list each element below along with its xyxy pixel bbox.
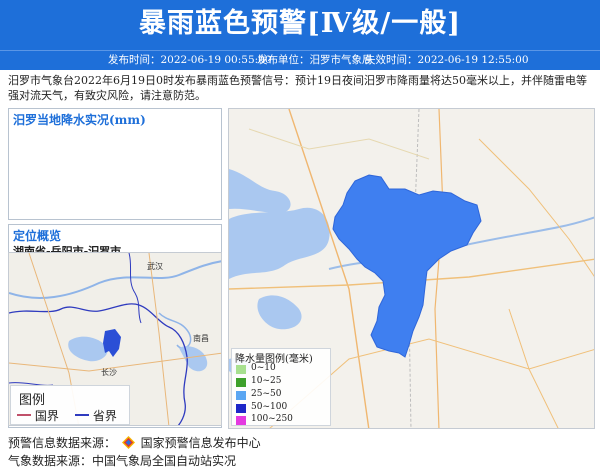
city-wuhan: 武汉 bbox=[147, 261, 163, 271]
warning-description: 汨罗市气象台2022年6月19日0时发布暴雨蓝色预警信号：预计19日夜间汨罗市降… bbox=[8, 74, 587, 102]
provincial-border-line-icon bbox=[75, 414, 89, 416]
publish-time: 发布时间：2022-06-19 00:55:00 bbox=[108, 54, 272, 66]
legend-provincial-border: 省界 bbox=[75, 407, 117, 424]
warning-title: 暴雨蓝色预警[Ⅳ级/一般] bbox=[138, 8, 462, 39]
meta-bar: 发布时间：2022-06-19 00:55:00 发布单位：汨罗市气象局 失效时… bbox=[0, 50, 600, 70]
rain-panel-title: 汨罗当地降水实况(mm) bbox=[13, 113, 146, 127]
location-legend-title: 图例 bbox=[19, 393, 46, 408]
warning-center-logo-icon bbox=[121, 436, 135, 449]
warning-source: 预警信息数据来源： 国家预警信息发布中心 bbox=[8, 436, 261, 450]
warning-source-name: 国家预警信息发布中心 bbox=[140, 436, 261, 450]
city-changsha: 长沙 bbox=[101, 367, 117, 377]
rain-panel: 汨罗当地降水实况(mm) bbox=[8, 108, 222, 220]
swatch-0-10 bbox=[236, 365, 246, 374]
publisher: 发布单位：汨罗市气象局 bbox=[257, 54, 373, 66]
legend-national-border: 国界 bbox=[17, 407, 59, 424]
location-panel-title: 定位概览 bbox=[13, 229, 62, 243]
city-nanchang: 南昌 bbox=[193, 333, 209, 343]
weather-source: 气象数据来源：中国气象局全国自动站实况 bbox=[8, 454, 237, 468]
swatch-10-25 bbox=[236, 378, 246, 387]
national-border-line-icon bbox=[17, 414, 31, 416]
swatch-50-100 bbox=[236, 404, 246, 413]
swatch-100-250 bbox=[236, 416, 246, 425]
expire-time: 失效时间：2022-06-19 12:55:00 bbox=[365, 54, 529, 66]
swatch-25-50 bbox=[236, 391, 246, 400]
rain-legend: 降水量图例(毫米) 0~10 10~25 25~50 50~100 100~25… bbox=[231, 348, 331, 426]
location-legend: 图例 国界 省界 bbox=[10, 385, 130, 425]
